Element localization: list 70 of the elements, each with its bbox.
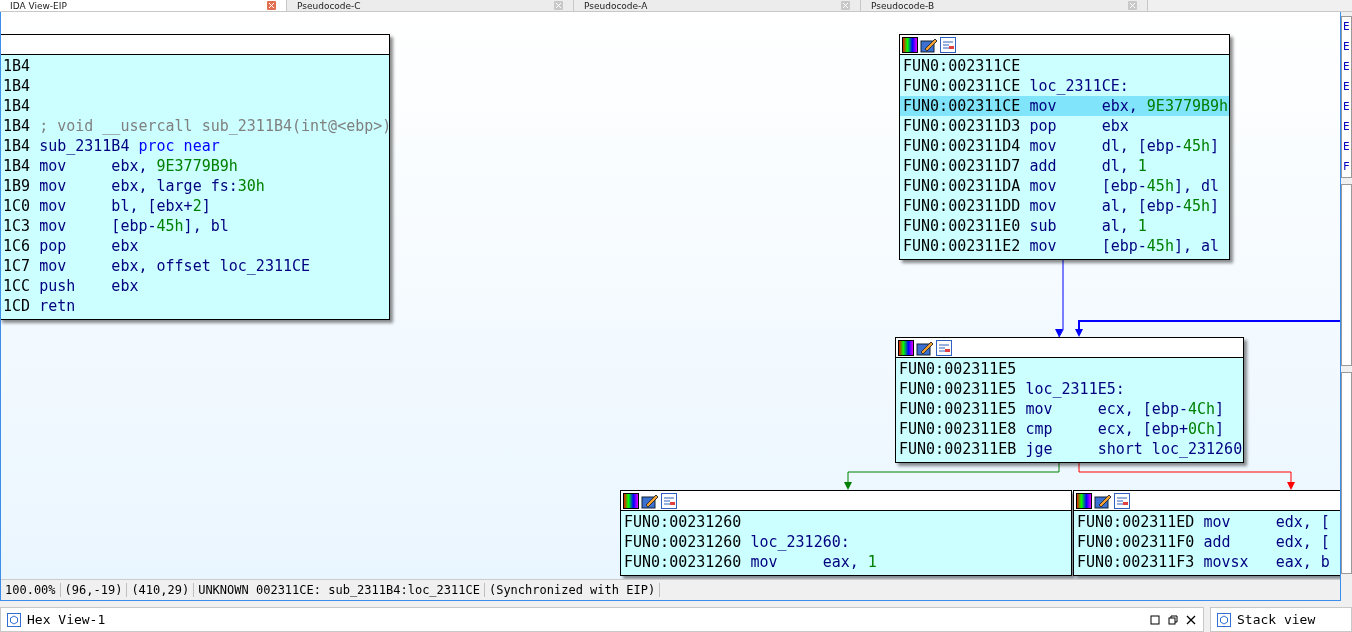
code-line[interactable]: 1C7 mov ebx, offset loc_2311CE (1, 256, 389, 276)
code-line[interactable]: FUN0:002311D3 pop ebx (900, 116, 1229, 136)
code-line[interactable]: FUN0:002311DD mov al, [ebp-45h] (900, 196, 1229, 216)
color-palette-icon[interactable] (623, 492, 639, 509)
pencil-icon[interactable] (641, 492, 659, 509)
code-line[interactable]: 1B4 (1, 56, 389, 76)
code-line[interactable]: FUN0:002311CE loc_2311CE: (900, 76, 1229, 96)
code-line[interactable]: FUN0:002311CE (900, 56, 1229, 76)
code-line[interactable]: 1B4 mov ebx, 9E3779B9h (1, 156, 389, 176)
graph-icon[interactable] (940, 36, 956, 53)
status-text: (Synchronized with EIP) (484, 583, 661, 597)
tab[interactable]: IDA View-EIP (0, 0, 287, 11)
restore-button[interactable] (1167, 613, 1179, 626)
code-line[interactable]: 1CC push ebx (1, 276, 389, 296)
tab[interactable]: Pseudocode-A (574, 0, 861, 11)
code-line[interactable]: FUN0:002311E8 cmp ecx, [ebp+0Ch] (896, 419, 1243, 439)
code-line[interactable]: 1C6 pop ebx (1, 236, 389, 256)
graph-icon[interactable] (1114, 492, 1130, 509)
code-line[interactable]: FUN0:002311D7 add dl, 1 (900, 156, 1229, 176)
code-line[interactable]: FUN0:002311E2 mov [ebp-45h], al (900, 236, 1229, 256)
code-line[interactable]: FUN0:00231260 loc_231260: (621, 532, 1071, 552)
register-label: E (1342, 59, 1351, 75)
code-line[interactable]: FUN0:002311ED mov edx, [ (1074, 512, 1340, 532)
code-line[interactable]: FUN0:002311E5 (896, 359, 1243, 379)
code-line[interactable]: FUN0:002311DA mov [ebp-45h], dl (900, 176, 1229, 196)
panel-title: Hex View-1 (27, 612, 107, 627)
code-line[interactable]: FUN0:002311E5 mov ecx, [ebp-4Ch] (896, 399, 1243, 419)
code-line[interactable]: 1B9 mov ebx, large fs:30h (1, 176, 389, 196)
close-button[interactable] (1185, 613, 1197, 626)
hexagon-icon (1217, 612, 1231, 627)
register-label: E (1342, 39, 1351, 55)
code-line[interactable]: FUN0:002311F3 movsx eax, b (1074, 552, 1340, 572)
maximize-button[interactable] (1149, 613, 1161, 626)
code-line[interactable]: FUN0:002311E5 loc_2311E5: (896, 379, 1243, 399)
hexagon-icon (7, 612, 21, 627)
code-line[interactable]: 1C3 mov [ebp-45h], bl (1, 216, 389, 236)
code-line[interactable]: FUN0:002311EB jge short loc_231260 (896, 439, 1243, 459)
register-label: E (1342, 19, 1351, 35)
register-label: F (1342, 159, 1351, 175)
pencil-icon[interactable] (920, 36, 938, 53)
code-line[interactable]: FUN0:00231260 (621, 512, 1071, 532)
status-text: 100.00% (1, 583, 61, 597)
code-line[interactable]: 1B4 sub_2311B4 proc near (1, 136, 389, 156)
code-line[interactable]: FUN0:002311F0 add edx, [ (1074, 532, 1340, 552)
code-line[interactable]: 1B4 (1, 96, 389, 116)
status-text: (96,-19) (60, 583, 128, 597)
register-label: E (1342, 119, 1351, 135)
graph-icon[interactable] (936, 339, 952, 356)
code-line[interactable]: 1B4 (1, 76, 389, 96)
register-label: E (1342, 99, 1351, 115)
color-palette-icon[interactable] (898, 339, 914, 356)
color-palette-icon[interactable] (902, 36, 918, 53)
status-text: (410,29) (127, 583, 195, 597)
status-text: UNKNOWN 002311CE: sub_2311B4:loc_2311CE (194, 583, 485, 597)
tab[interactable]: Pseudocode-C (287, 0, 574, 11)
pencil-icon[interactable] (1094, 492, 1112, 509)
code-line[interactable]: 1C0 mov bl, [ebx+2] (1, 196, 389, 216)
panel-title: Stack view (1237, 612, 1317, 627)
code-line[interactable]: 1B4 ; void __usercall sub_2311B4(int@<ebp>) (1, 116, 389, 136)
graph-icon[interactable] (661, 492, 677, 509)
pencil-icon[interactable] (916, 339, 934, 356)
code-line[interactable]: FUN0:002311D4 mov dl, [ebp-45h] (900, 136, 1229, 156)
code-line[interactable]: 1CD retn (1, 296, 389, 316)
register-label: E (1342, 139, 1351, 155)
register-label: E (1342, 79, 1351, 95)
tab[interactable]: Pseudocode-B (861, 0, 1148, 11)
code-line[interactable]: FUN0:00231260 mov eax, 1 (621, 552, 1071, 572)
code-line[interactable]: FUN0:002311E0 sub al, 1 (900, 216, 1229, 236)
close-icon[interactable] (267, 1, 276, 10)
color-palette-icon[interactable] (1076, 492, 1092, 509)
